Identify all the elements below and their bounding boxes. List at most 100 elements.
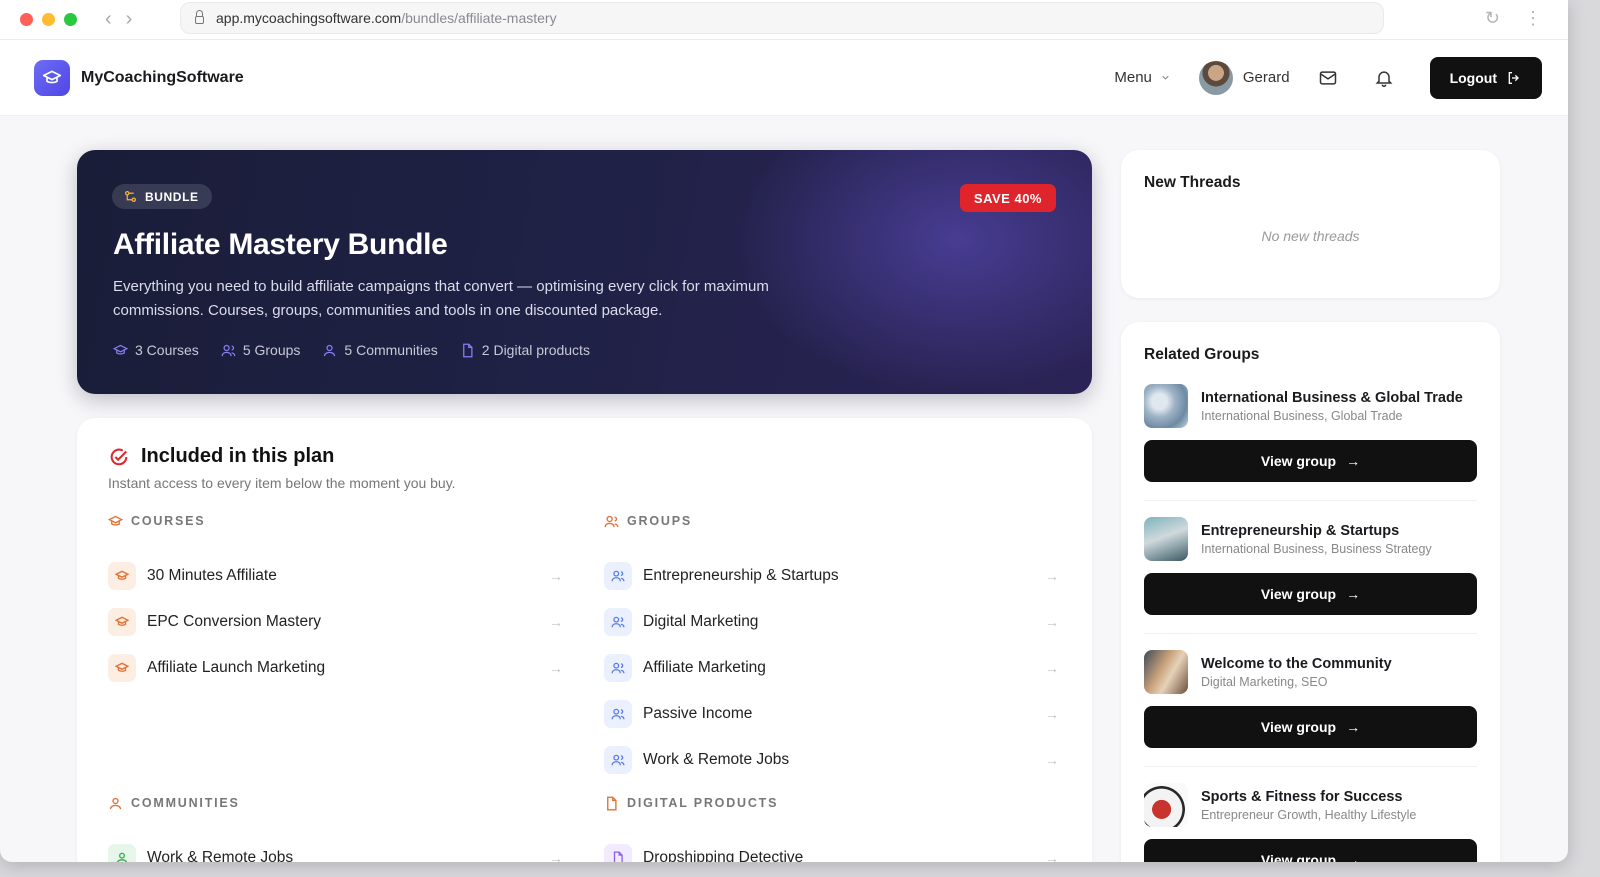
view-group-button[interactable]: View group → — [1144, 839, 1477, 862]
group-chip — [604, 608, 632, 636]
reload-icon[interactable]: ↻ — [1485, 8, 1500, 29]
group-item-label: Entrepreneurship & Startups — [643, 567, 839, 584]
stat-courses: 3 Courses — [113, 342, 199, 358]
group-item[interactable]: Affiliate Marketing → — [604, 645, 1060, 691]
bundle-description: Everything you need to build affiliate c… — [113, 278, 769, 319]
bundle-icon — [125, 191, 136, 202]
user-icon — [109, 797, 122, 809]
group-tags: Entrepreneur Growth, Healthy Lifestyle — [1201, 807, 1417, 822]
group-thumbnail[interactable] — [1144, 650, 1188, 694]
group-thumbnail[interactable] — [1144, 384, 1188, 428]
chevron-down-icon — [1162, 75, 1169, 80]
maximize-window-button[interactable] — [64, 13, 77, 26]
view-group-button[interactable]: View group → — [1144, 440, 1477, 482]
community-chip — [108, 844, 136, 862]
bundle-stats: 3 Courses 5 Groups 5 Communities 2 Digit… — [113, 342, 590, 358]
new-threads-panel: New Threads No new threads — [1121, 150, 1500, 298]
back-arrow-icon[interactable]: ‹ — [105, 8, 112, 31]
group-item[interactable]: Digital Marketing → — [604, 599, 1060, 645]
user-name[interactable]: Gerard — [1243, 69, 1290, 86]
menu-dropdown[interactable]: Menu — [1114, 69, 1171, 86]
community-item[interactable]: Work & Remote Jobs → — [108, 835, 564, 862]
graduation-cap-icon — [115, 570, 129, 580]
minimize-window-button[interactable] — [42, 13, 55, 26]
logout-icon — [1508, 71, 1519, 84]
arrow-right-icon: → — [1346, 852, 1361, 862]
included-title: Included in this plan — [108, 445, 334, 468]
graduation-cap-icon — [42, 70, 62, 83]
arrow-right-icon: → — [1045, 614, 1059, 630]
users-icon — [221, 344, 236, 356]
groups-heading: GROUPS — [604, 511, 1060, 531]
stat-products-label: 2 Digital products — [481, 342, 590, 358]
course-chip — [108, 608, 136, 636]
graduation-cap-icon — [115, 616, 129, 626]
communities-heading-label: COMMUNITIES — [131, 796, 240, 810]
related-group-card: Entrepreneurship & Startups Internationa… — [1144, 500, 1477, 615]
view-group-button[interactable]: View group → — [1144, 706, 1477, 748]
products-heading-label: DIGITAL PRODUCTS — [627, 796, 779, 810]
url-path: /bundles/affiliate-mastery — [401, 10, 557, 26]
save-badge: SAVE 40% — [959, 184, 1056, 212]
community-item-label: Work & Remote Jobs — [147, 849, 294, 862]
browser-window: ‹ › app.mycoachingsoftware.com/bundles/a… — [0, 0, 1568, 862]
group-item[interactable]: Work & Remote Jobs → — [604, 737, 1060, 783]
group-item-label: Work & Remote Jobs — [643, 751, 790, 768]
mail-icon[interactable] — [1318, 68, 1338, 88]
group-chip — [604, 562, 632, 590]
lock-icon — [195, 10, 204, 24]
course-item[interactable]: EPC Conversion Mastery → — [108, 599, 564, 645]
courses-heading: COURSES — [108, 511, 564, 531]
view-group-label: View group — [1260, 719, 1337, 735]
view-group-label: View group — [1260, 852, 1337, 862]
users-icon — [611, 616, 625, 628]
check-circle-icon — [110, 448, 128, 465]
course-item-label: 30 Minutes Affiliate — [147, 567, 277, 584]
group-name[interactable]: Sports & Fitness for Success — [1201, 789, 1416, 805]
view-group-label: View group — [1260, 586, 1337, 602]
bell-icon[interactable] — [1374, 68, 1394, 88]
group-item[interactable]: Entrepreneurship & Startups → — [604, 553, 1060, 599]
included-subtitle: Instant access to every item below the m… — [108, 475, 456, 491]
logout-button[interactable]: Logout — [1429, 56, 1542, 99]
course-item-label: EPC Conversion Mastery — [147, 613, 322, 630]
arrow-right-icon: → — [549, 660, 563, 676]
group-item[interactable]: Passive Income → — [604, 691, 1060, 737]
group-name[interactable]: Welcome to the Community — [1201, 656, 1392, 672]
forward-arrow-icon[interactable]: › — [126, 8, 133, 31]
product-chip — [604, 844, 632, 862]
logo[interactable] — [34, 59, 70, 96]
graduation-cap-icon — [113, 344, 128, 355]
close-window-button[interactable] — [20, 13, 33, 26]
user-icon — [116, 852, 128, 862]
brand-name[interactable]: MyCoachingSoftware — [81, 69, 244, 87]
file-icon — [607, 796, 617, 810]
arrow-right-icon: → — [1045, 752, 1059, 768]
course-item-label: Affiliate Launch Marketing — [147, 659, 326, 676]
course-item[interactable]: 30 Minutes Affiliate → — [108, 553, 564, 599]
group-name[interactable]: International Business & Global Trade — [1201, 390, 1463, 406]
view-group-button[interactable]: View group → — [1144, 573, 1477, 615]
group-thumbnail[interactable] — [1144, 517, 1188, 561]
stat-groups-label: 5 Groups — [242, 342, 301, 358]
arrow-right-icon: → — [549, 850, 563, 862]
file-icon — [613, 851, 623, 862]
address-bar[interactable]: app.mycoachingsoftware.com/bundles/affil… — [180, 2, 1384, 34]
avatar[interactable] — [1198, 60, 1233, 95]
arrow-right-icon: → — [1346, 453, 1361, 469]
course-item[interactable]: Affiliate Launch Marketing → — [108, 645, 564, 691]
group-item-label: Digital Marketing — [643, 613, 759, 630]
browser-actions: ↻ ⋮ — [1485, 8, 1542, 29]
product-item[interactable]: Dropshipping Detective → — [604, 835, 1060, 862]
course-chip — [108, 562, 136, 590]
new-threads-title: New Threads — [1144, 174, 1241, 191]
arrow-right-icon: → — [549, 614, 563, 630]
empty-state: No new threads — [1261, 228, 1360, 244]
courses-section: COURSES 30 Minutes Affiliate → EPC Conve… — [108, 511, 564, 691]
more-options-icon[interactable]: ⋮ — [1524, 8, 1542, 29]
included-title-label: Included in this plan — [141, 445, 335, 467]
group-thumbnail[interactable] — [1144, 783, 1188, 827]
group-tags: International Business, Business Strateg… — [1201, 541, 1432, 556]
browser-toolbar: ‹ › app.mycoachingsoftware.com/bundles/a… — [0, 0, 1568, 40]
group-name[interactable]: Entrepreneurship & Startups — [1201, 523, 1432, 539]
